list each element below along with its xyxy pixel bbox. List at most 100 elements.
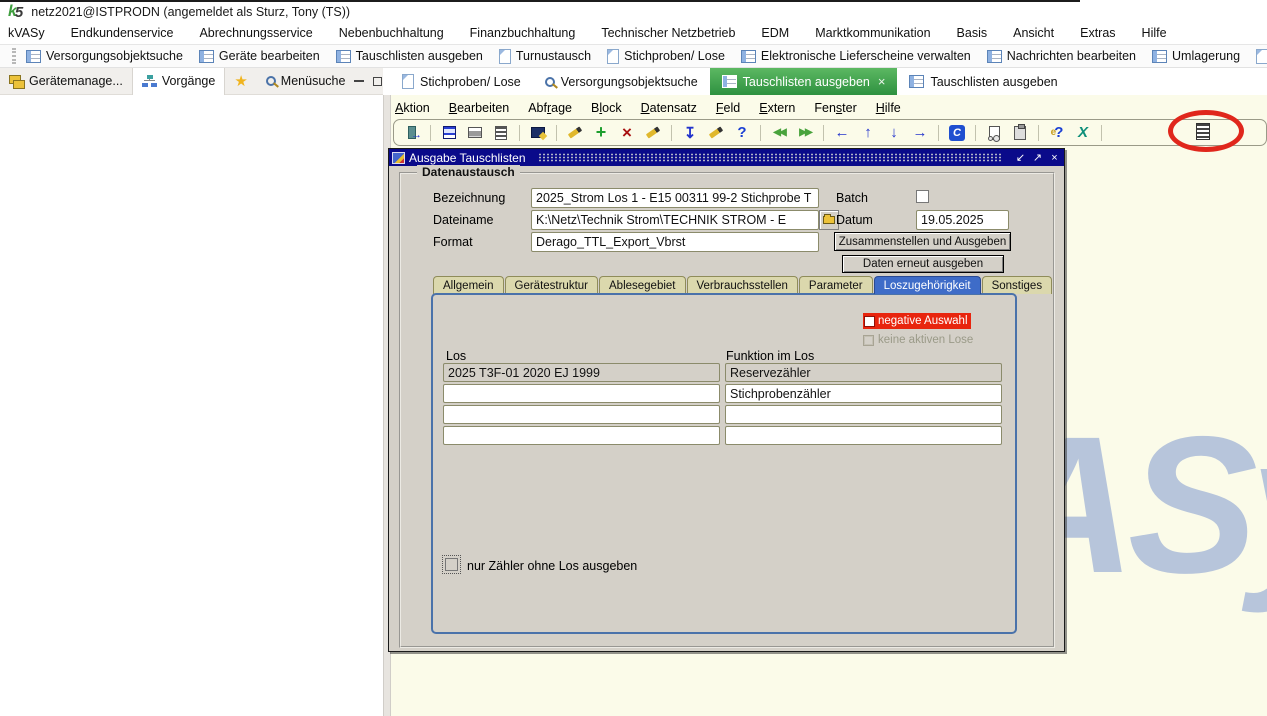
bezeichnung-input[interactable]: 2025_Strom Los 1 - E15 00311 99-2 Stichp… bbox=[531, 188, 819, 208]
forms-menu-hilfe[interactable]: Hilfe bbox=[876, 101, 901, 115]
batch-checkbox[interactable] bbox=[916, 190, 929, 203]
los-row-2[interactable] bbox=[443, 384, 720, 403]
daten-erneut-button[interactable]: Daten erneut ausgeben bbox=[842, 255, 1004, 273]
maximize-window-icon[interactable]: ↗ bbox=[1031, 151, 1044, 164]
list-values-icon[interactable] bbox=[491, 123, 511, 143]
tab-stichproben-lose[interactable]: Stichproben/ Lose bbox=[390, 68, 533, 95]
excel-export-icon[interactable]: X bbox=[1073, 123, 1093, 143]
forms-menu-feld[interactable]: Feld bbox=[716, 101, 740, 115]
minimize-window-icon[interactable]: ↙ bbox=[1014, 151, 1027, 164]
tab-loszugehoerigkeit[interactable]: Loszugehörigkeit bbox=[874, 276, 981, 294]
siv-logo-icon[interactable]: C bbox=[947, 123, 967, 143]
shortcut-versorgungsobjektsuche[interactable]: Versorgungsobjektsuche bbox=[26, 49, 183, 63]
negative-auswahl-checkbox[interactable] bbox=[864, 316, 875, 327]
menu-ansicht[interactable]: Ansicht bbox=[1013, 26, 1054, 40]
shortcut-geraete-bearbeiten[interactable]: Geräte bearbeiten bbox=[199, 49, 320, 63]
tab-tauschlisten-ausgeben-active[interactable]: Tauschlisten ausgeben× bbox=[710, 68, 898, 95]
los-row-4[interactable] bbox=[443, 426, 720, 445]
forms-menu-abfrage[interactable]: Abfrage bbox=[528, 101, 572, 115]
form-icon bbox=[909, 75, 924, 88]
shortcut-turnustausch[interactable]: Turnustausch bbox=[499, 49, 591, 64]
enter-query-icon[interactable] bbox=[565, 123, 585, 143]
funktion-row-1[interactable]: Reservezähler bbox=[725, 363, 1002, 382]
toolbar-drag-handle[interactable] bbox=[12, 48, 16, 64]
edit-icon[interactable] bbox=[706, 123, 726, 143]
los-row-1[interactable]: 2025 T3F-01 2020 EJ 1999 bbox=[443, 363, 720, 382]
datum-input[interactable]: 19.05.2025 bbox=[916, 210, 1009, 230]
menu-edm[interactable]: EDM bbox=[761, 26, 789, 40]
shortcut-uebersicht[interactable]: Übersicht zur Anz bbox=[1256, 49, 1267, 64]
panel-menuesuche[interactable]: Menüsuche bbox=[257, 68, 355, 95]
menu-hilfe[interactable]: Hilfe bbox=[1142, 26, 1167, 40]
tab-ablesegebiet[interactable]: Ablesegebiet bbox=[599, 276, 686, 294]
clipboard-icon[interactable] bbox=[1010, 123, 1030, 143]
funktion-row-2[interactable]: Stichprobenzähler bbox=[725, 384, 1002, 403]
forms-menu-bearbeiten[interactable]: Bearbeiten bbox=[449, 101, 509, 115]
shortcut-stichproben-lose[interactable]: Stichproben/ Lose bbox=[607, 49, 725, 64]
menu-nebenbuchhaltung[interactable]: Nebenbuchhaltung bbox=[339, 26, 444, 40]
panel-vorgaenge[interactable]: Vorgänge bbox=[132, 68, 226, 95]
forms-menu-fenster[interactable]: Fenster bbox=[814, 101, 856, 115]
keine-aktiven-lose-option: keine aktiven Lose bbox=[863, 333, 973, 347]
previous-record-icon[interactable]: ↑ bbox=[858, 123, 878, 143]
query-count-icon[interactable]: e? bbox=[1047, 123, 1067, 143]
record-info-icon[interactable] bbox=[984, 123, 1004, 143]
close-tab-icon[interactable]: × bbox=[878, 74, 886, 89]
nur-zaehler-checkbox[interactable] bbox=[445, 558, 458, 571]
tab-allgemein[interactable]: Allgemein bbox=[433, 276, 504, 294]
next-field-icon[interactable]: → bbox=[910, 123, 930, 143]
next-block-icon[interactable]: ▶▶ bbox=[795, 123, 815, 143]
tab-geraetestruktur[interactable]: Gerätestruktur bbox=[505, 276, 599, 294]
los-row-3[interactable] bbox=[443, 405, 720, 424]
funktion-row-4[interactable] bbox=[725, 426, 1002, 445]
format-input[interactable]: Derago_TTL_Export_Vbrst bbox=[531, 232, 819, 252]
forms-menu-extern[interactable]: Extern bbox=[759, 101, 795, 115]
menu-technischer-netzbetrieb[interactable]: Technischer Netzbetrieb bbox=[601, 26, 735, 40]
tab-tauschlisten-ausgeben-2[interactable]: Tauschlisten ausgeben bbox=[897, 68, 1069, 95]
menu-finanzbuchhaltung[interactable]: Finanzbuchhaltung bbox=[470, 26, 576, 40]
edit-window-icon[interactable] bbox=[528, 123, 548, 143]
tab-versorgungsobjektsuche[interactable]: Versorgungsobjektsuche bbox=[533, 68, 710, 95]
close-window-icon[interactable]: × bbox=[1048, 152, 1061, 164]
menu-abrechnungsservice[interactable]: Abrechnungsservice bbox=[199, 26, 312, 40]
print-icon[interactable] bbox=[465, 123, 485, 143]
next-record-icon[interactable]: ↓ bbox=[884, 123, 904, 143]
menu-basis[interactable]: Basis bbox=[957, 26, 988, 40]
forms-menu-datensatz[interactable]: Datensatz bbox=[641, 101, 697, 115]
tab-verbrauchsstellen[interactable]: Verbrauchsstellen bbox=[687, 276, 798, 294]
shortcut-elektronische-lieferscheine[interactable]: Elektronische Lieferscheine verwalten bbox=[741, 49, 971, 63]
dateiname-input[interactable]: K:\Netz\Technik Strom\TECHNIK STROM - E bbox=[531, 210, 819, 230]
forms-menu-block[interactable]: Block bbox=[591, 101, 622, 115]
window-title: netz2021@ISTPRODN (angemeldet als Sturz,… bbox=[31, 5, 350, 19]
exit-icon[interactable]: → bbox=[402, 123, 422, 143]
window-titlebar: k5 netz2021@ISTPRODN (angemeldet als Stu… bbox=[0, 2, 1267, 22]
shortcut-nachrichten-bearbeiten[interactable]: Nachrichten bearbeiten bbox=[987, 49, 1136, 63]
tab-parameter[interactable]: Parameter bbox=[799, 276, 873, 294]
panel-bar: Gerätemanage... Vorgänge ★ Menüsuche Sti… bbox=[0, 68, 1267, 95]
minimize-panel-icon[interactable] bbox=[354, 80, 364, 88]
menu-kvasy[interactable]: kVASy bbox=[8, 26, 45, 40]
help-icon[interactable]: ? bbox=[732, 123, 752, 143]
funktion-row-3[interactable] bbox=[725, 405, 1002, 424]
zusammenstellen-button[interactable]: Zusammenstellen und Ausgeben bbox=[834, 232, 1011, 251]
forms-menu-aktion[interactable]: Aktion bbox=[395, 101, 430, 115]
menu-extras[interactable]: Extras bbox=[1080, 26, 1115, 40]
previous-block-icon[interactable]: ◀◀ bbox=[769, 123, 789, 143]
menu-marktkommunikation[interactable]: Marktkommunikation bbox=[815, 26, 930, 40]
negative-auswahl-option[interactable]: negative Auswahl bbox=[863, 313, 971, 329]
delete-record-icon[interactable]: × bbox=[617, 123, 637, 143]
download-icon[interactable]: ↧ bbox=[680, 123, 700, 143]
insert-record-icon[interactable]: + bbox=[591, 123, 611, 143]
panel-geraetemanager[interactable]: Gerätemanage... bbox=[0, 68, 132, 95]
dialog-titlebar[interactable]: Ausgabe Tauschlisten ↙ ↗ × bbox=[389, 149, 1064, 166]
tab-sonstiges[interactable]: Sonstiges bbox=[982, 276, 1053, 294]
shortcut-tauschlisten-ausgeben[interactable]: Tauschlisten ausgeben bbox=[336, 49, 483, 63]
clear-record-icon[interactable] bbox=[643, 123, 663, 143]
separator bbox=[671, 125, 672, 141]
save-icon[interactable] bbox=[439, 123, 459, 143]
menu-endkundenservice[interactable]: Endkundenservice bbox=[71, 26, 174, 40]
shortcut-umlagerung[interactable]: Umlagerung bbox=[1152, 49, 1240, 63]
previous-field-icon[interactable]: ← bbox=[832, 123, 852, 143]
restore-panel-icon[interactable] bbox=[373, 77, 382, 86]
panel-favorites[interactable]: ★ bbox=[225, 68, 256, 95]
